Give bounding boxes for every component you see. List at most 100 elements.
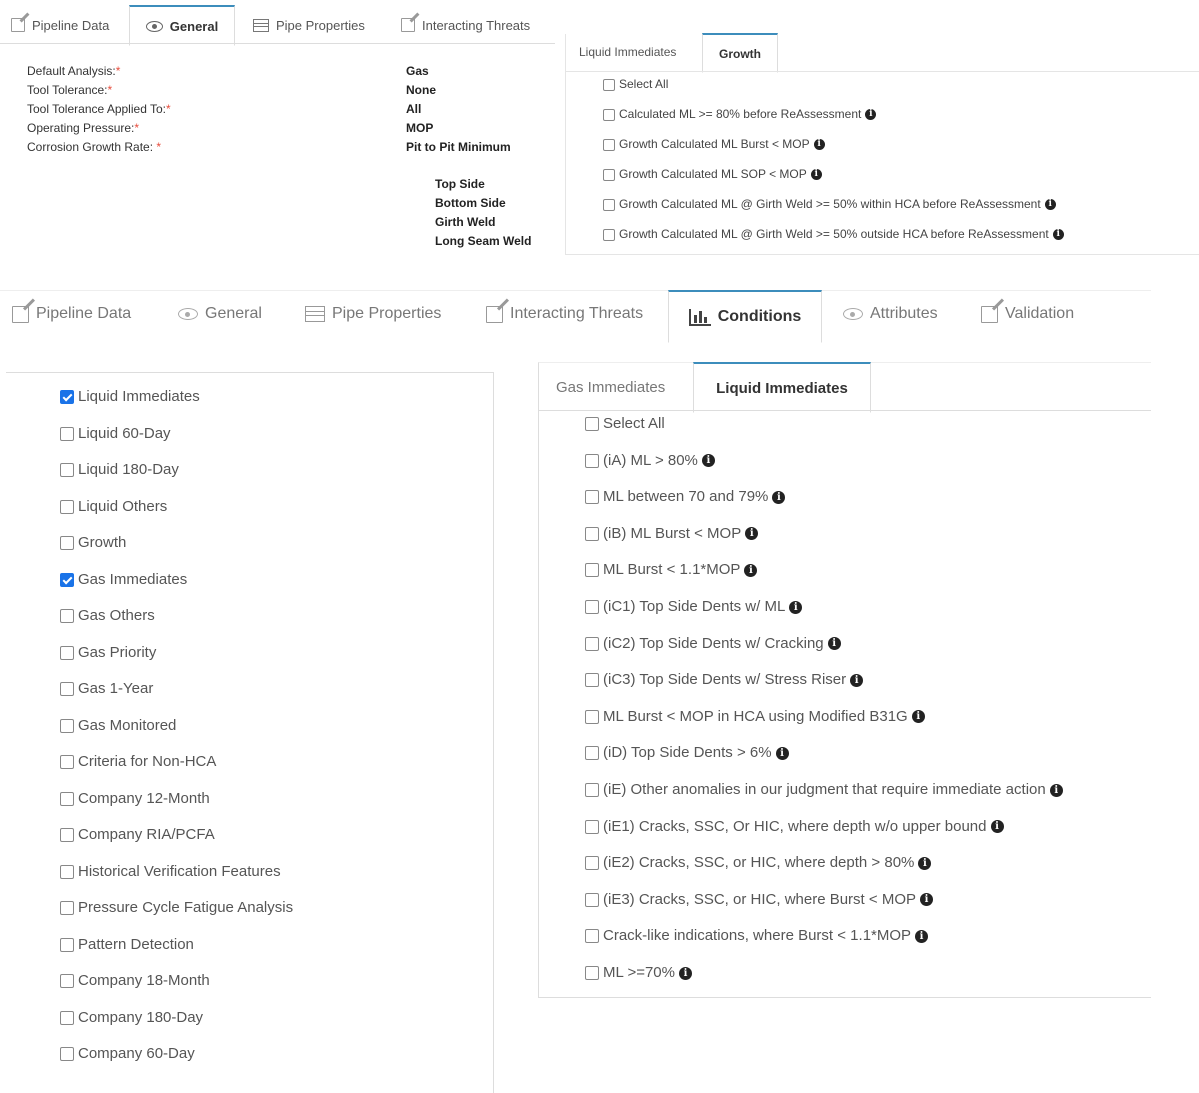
condition-item[interactable]: Pressure Cycle Fatigue Analysis	[60, 899, 293, 916]
checkbox[interactable]	[60, 645, 74, 660]
info-icon[interactable]: i	[810, 169, 822, 181]
checkbox[interactable]	[585, 526, 599, 541]
main-tab-pipeline-data[interactable]: Pipeline Data	[12, 305, 131, 323]
checkbox[interactable]	[60, 937, 74, 952]
liquid-item[interactable]: (iE) Other anomalies in our judgment tha…	[585, 781, 1063, 798]
condition-item[interactable]: Criteria for Non-HCA	[60, 753, 216, 770]
liquid-item[interactable]: (iD) Top Side Dents > 6% i	[585, 744, 789, 761]
condition-item[interactable]: Liquid 180-Day	[60, 461, 179, 478]
liquid-item[interactable]: (iB) ML Burst < MOP i	[585, 525, 759, 542]
main-tab-general[interactable]: General	[178, 305, 262, 323]
condition-item[interactable]: Pattern Detection	[60, 936, 194, 953]
condition-item[interactable]: Company 180-Day	[60, 1009, 203, 1026]
liquid-tab-gas-immediates[interactable]: Gas Immediates	[556, 379, 665, 396]
info-icon[interactable]: i	[775, 746, 789, 760]
checkbox[interactable]	[60, 828, 74, 843]
info-icon[interactable]: i	[920, 893, 933, 907]
info-icon[interactable]: i	[827, 637, 841, 651]
condition-item[interactable]: Growth	[60, 534, 126, 551]
checkbox[interactable]	[60, 755, 74, 770]
checkbox[interactable]	[60, 463, 74, 478]
checkbox[interactable]	[585, 490, 599, 505]
checkbox[interactable]	[585, 636, 599, 651]
checkbox[interactable]	[60, 609, 74, 624]
checkbox[interactable]	[585, 709, 599, 724]
checkbox[interactable]	[603, 138, 615, 151]
info-icon[interactable]: i	[745, 527, 759, 541]
main-tab-interacting-threats[interactable]: Interacting Threats	[486, 305, 643, 323]
checkbox[interactable]	[60, 682, 74, 697]
info-icon[interactable]: i	[813, 139, 825, 151]
info-icon[interactable]: i	[915, 929, 929, 943]
checkbox[interactable]	[585, 819, 599, 834]
info-icon[interactable]: i	[865, 109, 877, 121]
growth-tab-growth[interactable]: Growth	[702, 33, 778, 73]
info-icon[interactable]: i	[1049, 783, 1063, 797]
growth-item[interactable]: Growth Calculated ML @ Girth Weld >= 50%…	[603, 227, 1064, 241]
checkbox[interactable]	[60, 1010, 74, 1025]
condition-item[interactable]: Company 18-Month	[60, 972, 210, 989]
liquid-item[interactable]: (iE2) Cracks, SSC, or HIC, where depth >…	[585, 854, 932, 871]
condition-item[interactable]: Gas Monitored	[60, 717, 176, 734]
info-icon[interactable]: i	[1044, 199, 1056, 211]
checkbox[interactable]	[585, 966, 599, 981]
condition-item[interactable]: Company 60-Day	[60, 1045, 195, 1062]
liquid-tab-liquid-immediates[interactable]: Liquid Immediates	[693, 362, 871, 413]
checkbox[interactable]	[60, 901, 74, 916]
info-icon[interactable]: i	[911, 710, 925, 724]
checkbox[interactable]	[60, 718, 74, 733]
liquid-item[interactable]: (iA) ML > 80% i	[585, 452, 715, 469]
condition-item[interactable]: Gas Others	[60, 607, 155, 624]
liquid-item[interactable]: (iE1) Cracks, SSC, Or HIC, where depth w…	[585, 818, 1004, 835]
growth-item[interactable]: Calculated ML >= 80% before ReAssessment…	[603, 107, 877, 121]
top-tab-pipe-properties[interactable]: Pipe Properties	[253, 16, 365, 34]
checkbox[interactable]	[60, 390, 74, 405]
liquid-item[interactable]: (iE3) Cracks, SSC, or HIC, where Burst <…	[585, 891, 933, 908]
condition-item[interactable]: Liquid 60-Day	[60, 425, 171, 442]
condition-item[interactable]: Company RIA/PCFA	[60, 826, 215, 843]
checkbox[interactable]	[603, 108, 615, 121]
condition-item[interactable]: Liquid Immediates	[60, 388, 200, 405]
growth-item[interactable]: Growth Calculated ML @ Girth Weld >= 50%…	[603, 197, 1056, 211]
checkbox[interactable]	[60, 499, 74, 514]
liquid-item[interactable]: Crack-like indications, where Burst < 1.…	[585, 927, 929, 944]
checkbox[interactable]	[603, 168, 615, 181]
liquid-item[interactable]: (iC1) Top Side Dents w/ ML i	[585, 598, 803, 615]
growth-tab-liquid-immediates[interactable]: Liquid Immediates	[579, 45, 676, 59]
condition-item[interactable]: Company 12-Month	[60, 790, 210, 807]
top-tab-pipeline-data[interactable]: Pipeline Data	[11, 16, 109, 34]
checkbox[interactable]	[60, 1047, 74, 1062]
liquid-item[interactable]: ML Burst < 1.1*MOP i	[585, 561, 758, 578]
liquid-select-all[interactable]: Select All	[585, 415, 665, 432]
condition-item[interactable]: Historical Verification Features	[60, 863, 281, 880]
checkbox[interactable]	[60, 791, 74, 806]
checkbox[interactable]	[603, 78, 615, 91]
checkbox[interactable]	[60, 426, 74, 441]
checkbox[interactable]	[585, 929, 599, 944]
main-tab-attributes[interactable]: Attributes	[843, 305, 938, 323]
condition-item[interactable]: Gas Immediates	[60, 571, 187, 588]
main-tab-validation[interactable]: Validation	[981, 305, 1074, 323]
condition-item[interactable]: Liquid Others	[60, 498, 167, 515]
info-icon[interactable]: i	[772, 490, 786, 504]
checkbox[interactable]	[585, 783, 599, 798]
liquid-item[interactable]: (iC3) Top Side Dents w/ Stress Riser i	[585, 671, 864, 688]
checkbox[interactable]	[585, 453, 599, 468]
checkbox[interactable]	[60, 536, 74, 551]
checkbox[interactable]	[585, 600, 599, 615]
checkbox[interactable]	[585, 417, 599, 432]
info-icon[interactable]: i	[990, 820, 1004, 834]
checkbox[interactable]	[60, 974, 74, 989]
main-tab-pipe-properties[interactable]: Pipe Properties	[305, 305, 441, 323]
checkbox[interactable]	[60, 572, 74, 587]
checkbox[interactable]	[603, 198, 615, 211]
info-icon[interactable]: i	[679, 966, 692, 980]
checkbox[interactable]	[60, 864, 74, 879]
info-icon[interactable]: i	[1052, 229, 1064, 241]
top-tab-interacting-threats[interactable]: Interacting Threats	[401, 16, 530, 34]
checkbox[interactable]	[585, 856, 599, 871]
info-icon[interactable]: i	[789, 600, 803, 614]
main-tab-conditions[interactable]: Conditions	[668, 290, 822, 343]
checkbox[interactable]	[585, 892, 599, 907]
info-icon[interactable]: i	[918, 856, 932, 870]
